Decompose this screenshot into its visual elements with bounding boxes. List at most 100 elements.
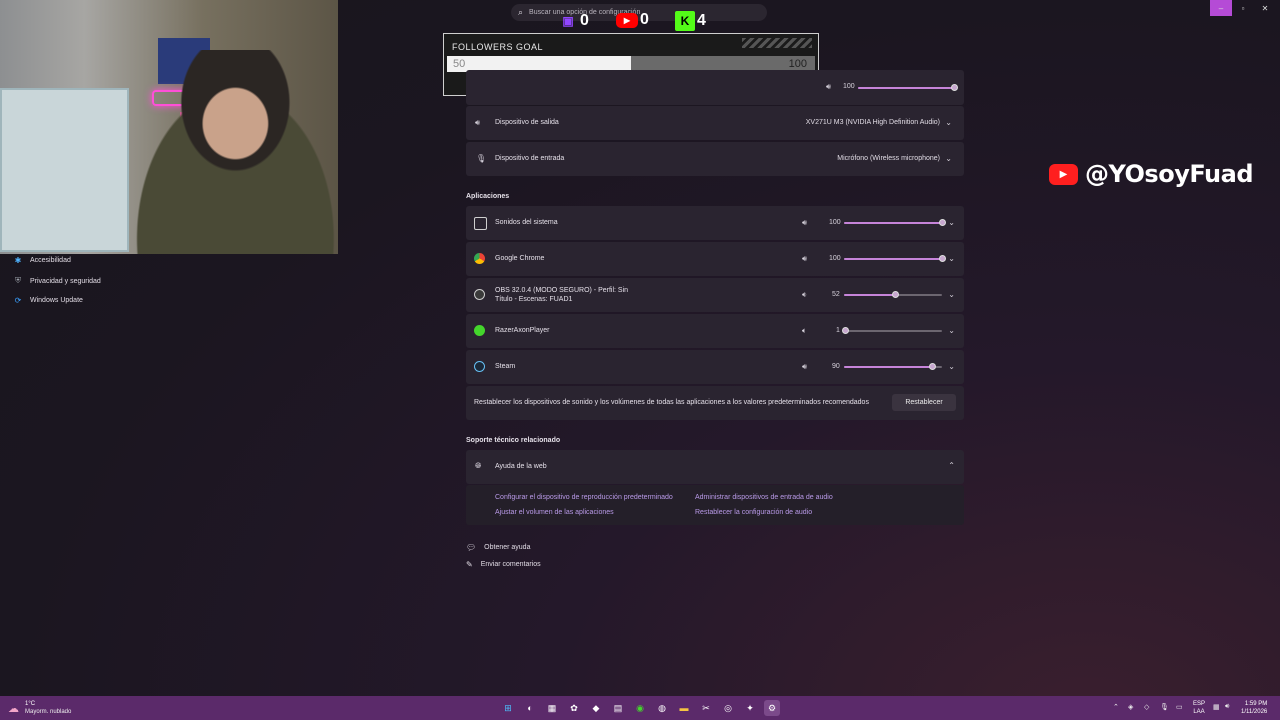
help-link[interactable]: Restablecer la configuración de audio bbox=[695, 509, 812, 516]
update-icon: ⟳ bbox=[14, 296, 22, 305]
speaker-icon[interactable]: 🔊︎ bbox=[802, 254, 807, 264]
close-button[interactable]: ✕ bbox=[1254, 0, 1276, 16]
input-device-dropdown[interactable]: Micrófono (Wireless microphone) bbox=[837, 155, 940, 162]
slider-thumb[interactable] bbox=[951, 84, 958, 91]
chevron-up-icon[interactable]: ⌃ bbox=[948, 461, 955, 470]
globe-icon: 🌐︎ bbox=[475, 461, 482, 470]
clock-time: 1:59 PM bbox=[1244, 701, 1268, 707]
obs-icon[interactable]: ◎ bbox=[720, 700, 736, 716]
app-volume-value: 100 bbox=[829, 255, 841, 262]
lang-layout: LAA bbox=[1193, 709, 1205, 715]
help-link[interactable]: Administrar dispositivos de entrada de a… bbox=[695, 494, 833, 501]
folder-icon[interactable]: ▬ bbox=[676, 700, 692, 716]
youtube-counter: ▶ 0 bbox=[616, 11, 649, 29]
master-volume-value: 100 bbox=[843, 83, 855, 90]
slider-thumb[interactable] bbox=[929, 363, 937, 370]
chevron-up-icon[interactable]: ⌃ bbox=[1113, 703, 1119, 711]
slider-thumb[interactable] bbox=[891, 291, 899, 298]
app-volume-value: 100 bbox=[829, 219, 841, 226]
speaker-icon[interactable]: 🔊︎ bbox=[802, 218, 807, 228]
tray-icon[interactable]: ▭ bbox=[1176, 703, 1183, 711]
edge-icon[interactable]: ◐ bbox=[522, 700, 538, 716]
chevron-down-icon: ⌄ bbox=[945, 154, 952, 163]
app-icon[interactable]: ◆ bbox=[588, 700, 604, 716]
store-icon[interactable]: ▦ bbox=[544, 700, 560, 716]
speaker-icon[interactable]: 🔊︎ bbox=[826, 82, 831, 92]
microphone-icon[interactable]: 🎙︎ bbox=[1160, 703, 1169, 711]
master-volume-slider[interactable] bbox=[858, 84, 958, 91]
chevron-down-icon[interactable]: ⌄ bbox=[948, 218, 955, 227]
app-name: OBS 32.0.4 (MODO SEGURO) - Perfil: Sin bbox=[495, 287, 629, 294]
footer-link-label: Enviar comentarios bbox=[480, 561, 541, 568]
app-volume-slider[interactable] bbox=[844, 255, 946, 262]
chevron-down-icon[interactable]: ⌄ bbox=[948, 254, 955, 263]
streamer bbox=[110, 50, 338, 254]
monitor-icon bbox=[474, 217, 487, 230]
goal-title: FOLLOWERS GOAL bbox=[452, 42, 544, 52]
clock[interactable]: 1:59 PM 1/11/2026 bbox=[1241, 700, 1267, 716]
app-volume-slider[interactable] bbox=[844, 219, 946, 226]
input-device-card[interactable]: 🎙︎ Dispositivo de entrada Micrófono (Wir… bbox=[466, 142, 964, 176]
web-help-header[interactable]: 🌐︎ Ayuda de la web ⌃ bbox=[466, 450, 964, 484]
support-section-title: Soporte técnico relacionado bbox=[466, 437, 561, 444]
output-device-card[interactable]: 🔊︎ Dispositivo de salida XV271U M3 (NVID… bbox=[466, 106, 964, 140]
tray-icon[interactable]: ◈ bbox=[1128, 703, 1133, 711]
feedback-link[interactable]: ✎ Enviar comentarios bbox=[466, 560, 541, 569]
tools-icon[interactable]: ✂ bbox=[698, 700, 714, 716]
chrome-icon bbox=[474, 253, 485, 264]
app-row: OBS 32.0.4 (MODO SEGURO) - Perfil: Sin T… bbox=[466, 278, 964, 312]
chevron-down-icon[interactable]: ⌄ bbox=[948, 290, 955, 299]
sidebar-item-privacidad[interactable]: ⛨ Privacidad y seguridad bbox=[13, 276, 101, 286]
slider-thumb[interactable] bbox=[841, 327, 849, 334]
chrome-icon[interactable]: ◍ bbox=[654, 700, 670, 716]
settings-icon[interactable]: ⚙ bbox=[764, 700, 780, 716]
kick-count: 4 bbox=[697, 12, 706, 29]
speaker-icon[interactable]: 🔈︎ bbox=[802, 326, 807, 336]
lang-code: ESP bbox=[1193, 701, 1206, 707]
app-icon[interactable]: ✿ bbox=[566, 700, 582, 716]
help-link[interactable]: Ajustar el volumen de las aplicaciones bbox=[495, 509, 614, 516]
app-row: RazerAxonPlayer 🔈︎ 1 ⌄ bbox=[466, 314, 964, 348]
sidebar-item-label: Windows Update bbox=[30, 297, 83, 304]
chevron-down-icon[interactable]: ⌄ bbox=[948, 326, 955, 335]
start-icon[interactable]: ⊞ bbox=[500, 700, 516, 716]
notepad-icon[interactable]: ▤ bbox=[610, 700, 626, 716]
sidebar-item-accesibilidad[interactable]: ✱ Accesibilidad bbox=[13, 256, 71, 265]
slider-thumb[interactable] bbox=[939, 219, 946, 226]
weather-widget[interactable]: ☁ 1°C Mayorm. nublado bbox=[8, 700, 71, 716]
tray-icon[interactable]: ◇ bbox=[1144, 703, 1149, 711]
kick-counter: K 4 bbox=[675, 11, 706, 31]
razer-icon[interactable]: ◉ bbox=[632, 700, 648, 716]
chevron-down-icon[interactable]: ⌄ bbox=[948, 362, 955, 371]
slider-fill bbox=[858, 87, 954, 89]
output-device-dropdown[interactable]: XV271U M3 (NVIDIA High Definition Audio) bbox=[806, 119, 940, 126]
apps-section-title: Aplicaciones bbox=[466, 193, 510, 200]
window-controls: – ▫ ✕ bbox=[1210, 0, 1276, 16]
speaker-icon[interactable]: 🔉︎ bbox=[802, 290, 807, 300]
web-help-links: Configurar el dispositivo de reproducció… bbox=[466, 485, 964, 525]
app-volume-slider[interactable] bbox=[844, 363, 942, 370]
minimize-button[interactable]: – bbox=[1210, 0, 1232, 16]
master-volume-card: 🔊︎ 100 bbox=[466, 70, 964, 105]
goal-current: 50 bbox=[453, 58, 466, 70]
sidebar-item-windows-update[interactable]: ⟳ Windows Update bbox=[13, 296, 83, 305]
speaker-icon[interactable]: 🔊︎ bbox=[802, 362, 807, 372]
app-row: Steam 🔊︎ 90 ⌄ bbox=[466, 350, 964, 384]
network-icon[interactable]: ▦ bbox=[1213, 703, 1220, 711]
shield-icon: ⛨ bbox=[15, 276, 21, 285]
reset-button[interactable]: Restablecer bbox=[892, 394, 956, 411]
app-volume-slider[interactable] bbox=[844, 291, 942, 298]
obs-icon bbox=[474, 289, 485, 300]
app-volume-slider[interactable] bbox=[841, 327, 942, 334]
search-icon: ⌕ bbox=[518, 7, 524, 17]
get-help-link[interactable]: 💬︎ Obtener ayuda bbox=[466, 543, 530, 552]
language-indicator[interactable]: ESP LAA bbox=[1193, 700, 1205, 716]
volume-icon[interactable]: 🔊︎ bbox=[1225, 703, 1229, 711]
sidebar-item-label: Accesibilidad bbox=[30, 257, 71, 264]
help-link[interactable]: Configurar el dispositivo de reproducció… bbox=[495, 494, 673, 501]
sidebar-item-label: Privacidad y seguridad bbox=[30, 277, 101, 285]
app-icon[interactable]: ✦ bbox=[742, 700, 758, 716]
maximize-button[interactable]: ▫ bbox=[1232, 0, 1254, 16]
youtube-icon: ▶ bbox=[616, 12, 638, 28]
slider-thumb[interactable] bbox=[939, 255, 946, 262]
